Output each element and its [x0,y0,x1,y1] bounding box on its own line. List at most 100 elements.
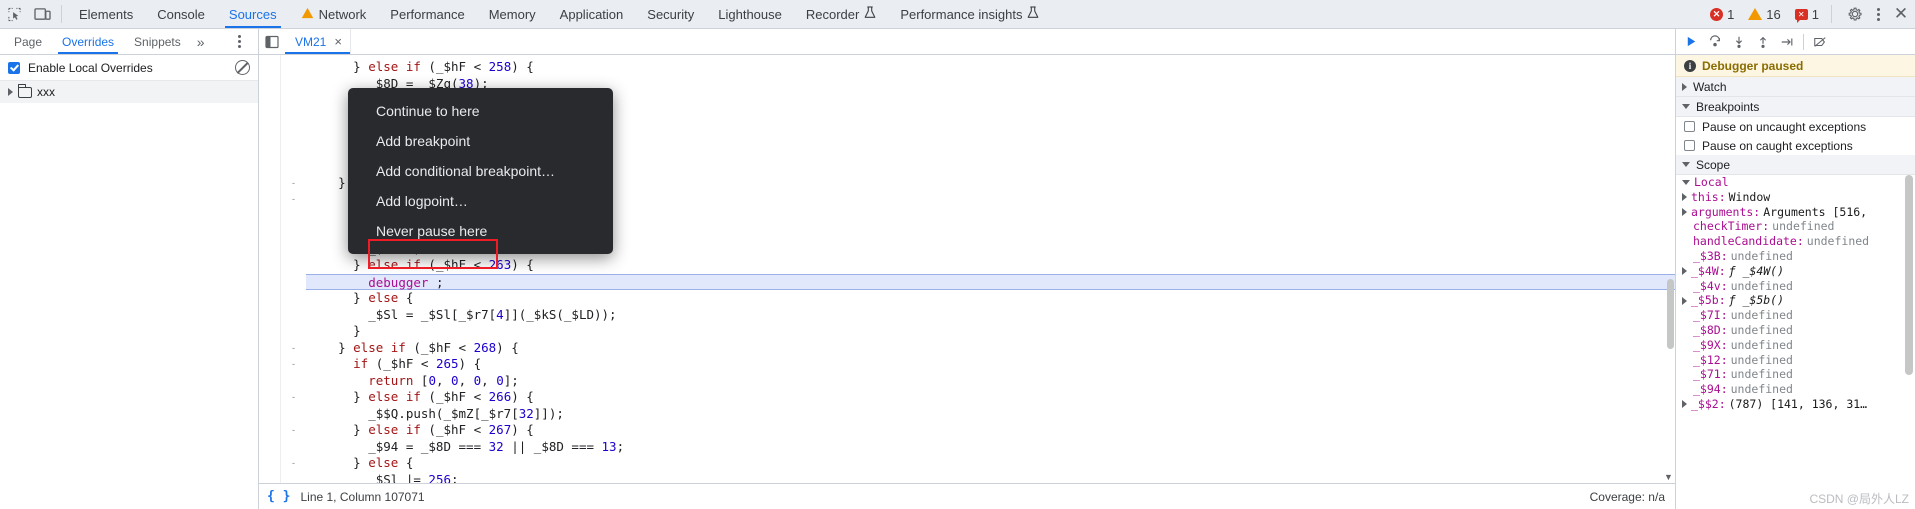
code-line[interactable]: } else { [306,455,1675,472]
fold-marker[interactable]: - [281,191,306,208]
context-menu-item-never-pause-here[interactable]: Never pause here [348,216,613,246]
pause-caught-checkbox[interactable] [1684,140,1695,151]
tab-recorder[interactable]: Recorder [794,0,888,28]
fold-marker[interactable]: - [281,175,306,192]
breakpoint-slot[interactable] [259,125,280,142]
pause-uncaught-checkbox[interactable] [1684,121,1695,132]
breakpoint-slot[interactable] [259,422,280,439]
scope-item[interactable]: this: Window [1676,190,1915,205]
fold-marker[interactable] [281,373,306,390]
deactivate-breakpoints-icon[interactable] [1809,31,1831,53]
breakpoint-gutter[interactable] [259,55,281,483]
breakpoint-slot[interactable] [259,274,280,291]
chevron-right-icon[interactable] [1682,296,1687,305]
warning-counter[interactable]: 16 [1745,7,1783,22]
breakpoint-slot[interactable] [259,323,280,340]
code-line[interactable]: if (_$hF < 265) { [306,356,1675,373]
fold-marker[interactable] [281,208,306,225]
chevron-right-icon[interactable] [1682,193,1687,202]
code-line[interactable]: } [306,323,1675,340]
fold-marker[interactable] [281,59,306,76]
context-menu-item-add-breakpoint[interactable]: Add breakpoint [348,126,613,156]
device-toolbar-icon[interactable] [28,1,56,28]
fold-marker[interactable] [281,439,306,456]
scope-list[interactable]: Local this: Window arguments: Arguments [51… [1676,175,1915,509]
fold-marker[interactable] [281,241,306,258]
inspect-element-icon[interactable] [0,1,28,28]
fold-marker[interactable] [281,125,306,142]
fold-marker[interactable] [281,142,306,159]
scope-item[interactable]: _$3B: undefined [1676,249,1915,264]
breakpoint-slot[interactable] [259,290,280,307]
scope-item[interactable]: _$94: undefined [1676,382,1915,397]
breakpoint-slot[interactable] [259,373,280,390]
fold-marker[interactable] [281,109,306,126]
fold-marker[interactable]: - [281,455,306,472]
section-scope[interactable]: Scope [1676,155,1915,175]
code-line[interactable]: _$$Q.push(_$mZ[_$r7[32]]); [306,406,1675,423]
breakpoint-slot[interactable] [259,439,280,456]
code-line[interactable]: _$Sl |= 256; [306,472,1675,484]
resume-script-icon[interactable] [1680,31,1702,53]
breakpoint-slot[interactable] [259,340,280,357]
breakpoint-slot[interactable] [259,389,280,406]
context-menu-item-add-logpoint[interactable]: Add logpoint… [348,186,613,216]
chevron-right-icon[interactable] [1682,207,1687,216]
chevron-right-icon[interactable] [1682,400,1687,409]
error-counter[interactable]: ✕ 1 [1707,7,1737,22]
breakpoint-slot[interactable] [259,158,280,175]
clear-overrides-icon[interactable] [235,60,250,75]
fold-marker[interactable] [281,472,306,484]
fold-marker[interactable] [281,290,306,307]
tab-application[interactable]: Application [548,0,636,28]
devtools-more-options-icon[interactable] [1869,1,1887,28]
scope-item[interactable]: arguments: Arguments [516, [1676,205,1915,220]
breakpoint-slot[interactable] [259,472,280,484]
fold-marker[interactable]: - [281,356,306,373]
section-watch[interactable]: Watch [1676,77,1915,97]
tab-elements[interactable]: Elements [67,0,145,28]
scope-item[interactable]: _$8D: undefined [1676,323,1915,338]
breakpoint-slot[interactable] [259,142,280,159]
fold-marker[interactable]: - [281,389,306,406]
breakpoint-slot[interactable] [259,224,280,241]
context-menu-item-continue-to-here[interactable]: Continue to here [348,96,613,126]
fold-marker[interactable] [281,257,306,274]
pretty-print-icon[interactable]: { } [267,489,290,504]
fold-marker[interactable] [281,307,306,324]
breakpoint-slot[interactable] [259,406,280,423]
breakpoint-slot[interactable] [259,191,280,208]
fold-marker[interactable] [281,76,306,93]
tab-memory[interactable]: Memory [477,0,548,28]
step-into-icon[interactable] [1728,31,1750,53]
scope-scrollbar[interactable] [1905,175,1913,509]
scope-item[interactable]: _$71: undefined [1676,367,1915,382]
code-line[interactable]: debugger ; [306,273,1675,290]
breakpoint-slot[interactable] [259,208,280,225]
scope-item[interactable]: checkTimer: undefined [1676,219,1915,234]
fold-marker[interactable] [281,323,306,340]
code-line[interactable]: _$Sl = _$Sl[_$r7[4]](_$kS(_$LD)); [306,307,1675,324]
tab-console[interactable]: Console [145,0,217,28]
fold-marker[interactable] [281,224,306,241]
fold-marker[interactable] [281,92,306,109]
breakpoint-slot[interactable] [259,356,280,373]
fold-marker[interactable] [281,274,306,291]
enable-local-overrides-checkbox[interactable] [8,61,20,74]
tab-lighthouse[interactable]: Lighthouse [706,0,794,28]
breakpoint-slot[interactable] [259,59,280,76]
tab-performance-insights[interactable]: Performance insights [888,0,1051,28]
close-icon[interactable]: × [334,34,342,49]
breakpoint-slot[interactable] [259,307,280,324]
navigator-tab-overrides[interactable]: Overrides [52,29,124,54]
issue-counter[interactable]: ✕ 1 [1792,7,1822,23]
step-over-icon[interactable] [1704,31,1726,53]
tab-performance[interactable]: Performance [378,0,476,28]
code-line[interactable]: } else if (_$hF < 267) { [306,422,1675,439]
code-line[interactable]: } else if (_$hF < 268) { [306,340,1675,357]
tab-security[interactable]: Security [635,0,706,28]
step-icon[interactable] [1776,31,1798,53]
section-breakpoints[interactable]: Breakpoints [1676,97,1915,117]
step-out-icon[interactable] [1752,31,1774,53]
breakpoint-slot[interactable] [259,76,280,93]
